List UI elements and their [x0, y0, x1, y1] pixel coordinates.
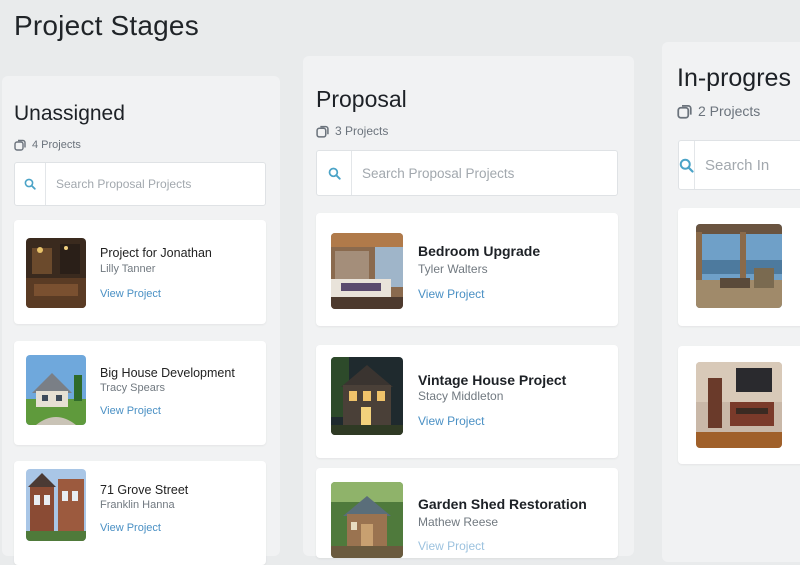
search-field[interactable] [316, 150, 618, 196]
project-title: Bedroom Upgrade [418, 243, 541, 259]
project-owner: Lilly Tanner [100, 263, 156, 275]
column-title: Proposal [316, 86, 407, 112]
project-thumbnail[interactable] [696, 224, 782, 308]
column-unassigned: Unassigned 4 Projects Project for Jonath… [2, 76, 280, 565]
project-owner: Mathew Reese [418, 515, 499, 529]
folder-stack-icon [316, 125, 329, 138]
search-input[interactable] [695, 141, 800, 189]
project-thumbnail[interactable] [26, 355, 86, 425]
view-project-link[interactable]: View Project [418, 287, 484, 301]
search-input[interactable] [46, 163, 265, 205]
project-card[interactable]: Project for Jonathan Lilly Tanner View P… [14, 220, 266, 324]
project-owner: Tracy Spears [100, 382, 166, 394]
project-thumbnail[interactable] [331, 233, 403, 309]
view-project-link[interactable]: View Project [100, 405, 161, 417]
project-owner: Tyler Walters [418, 262, 488, 276]
project-title: 71 Grove Street [100, 483, 189, 497]
view-project-link[interactable]: View Project [418, 414, 484, 428]
column-count: 3 Projects [316, 124, 388, 138]
search-input[interactable] [352, 151, 617, 195]
search-icon[interactable] [317, 151, 352, 195]
project-card[interactable]: Big House Development Tracy Spears View … [14, 341, 266, 445]
folder-stack-icon [14, 139, 26, 151]
project-card[interactable]: Bedroom Upgrade Tyler Walters View Proje… [316, 213, 618, 326]
column-proposal: Proposal 3 Projects Bedroom Upgrade Tyle… [303, 56, 634, 558]
project-title: Vintage House Project [418, 372, 567, 388]
column-count: 2 Projects [677, 103, 760, 119]
column-title: Unassigned [14, 102, 125, 125]
project-title: Big House Development [100, 366, 235, 380]
search-field[interactable] [14, 162, 266, 206]
column-count: 4 Projects [14, 139, 81, 151]
search-field[interactable] [678, 140, 800, 190]
view-project-link[interactable]: View Project [100, 522, 161, 534]
project-thumbnail[interactable] [696, 362, 782, 448]
column-in-progress: In-progres 2 Projects [662, 42, 800, 562]
project-title: Garden Shed Restoration [418, 496, 587, 512]
project-title: Project for Jonathan [100, 246, 212, 260]
project-card[interactable]: Vintage House Project Stacy Middleton Vi… [316, 345, 618, 458]
project-thumbnail[interactable] [26, 238, 86, 308]
view-project-link[interactable]: View Project [100, 288, 161, 300]
search-icon[interactable] [679, 141, 695, 189]
column-count-label: 4 Projects [32, 139, 81, 151]
column-count-label: 2 Projects [698, 103, 761, 119]
project-owner: Stacy Middleton [418, 389, 504, 403]
column-title: In-progres [677, 64, 791, 92]
project-card[interactable] [678, 346, 800, 464]
project-card[interactable] [678, 208, 800, 326]
project-card[interactable]: Garden Shed Restoration Mathew Reese Vie… [316, 468, 618, 558]
column-count-label: 3 Projects [335, 124, 389, 138]
project-thumbnail[interactable] [26, 469, 86, 541]
folder-stack-icon [677, 104, 692, 119]
project-thumbnail[interactable] [331, 357, 403, 435]
project-card[interactable]: 71 Grove Street Franklin Hanna View Proj… [14, 461, 266, 565]
project-thumbnail[interactable] [331, 482, 403, 558]
project-owner: Franklin Hanna [100, 499, 175, 511]
search-icon[interactable] [15, 163, 46, 205]
page-title: Project Stages [14, 10, 199, 41]
